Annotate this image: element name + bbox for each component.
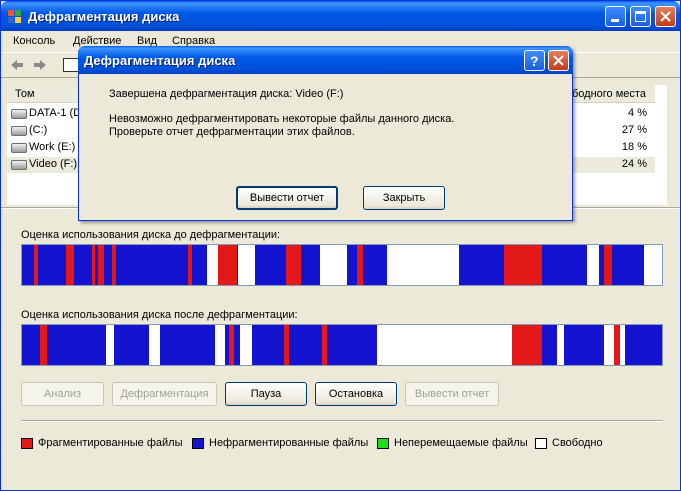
completion-dialog: Дефрагментация диска ? Завершена дефрагм… [78,46,573,221]
dialog-close-button[interactable] [548,50,569,71]
back-arrow-icon[interactable] [9,58,25,72]
legend-label: Неперемещаемые файлы [394,437,528,449]
after-label: Оценка использования диска после дефрагм… [21,309,298,321]
after-usage-bar [21,324,663,366]
analyze-button[interactable]: Анализ [21,382,104,406]
dialog-view-report-button[interactable]: Вывести отчет [236,186,338,210]
drive-icon [11,143,27,153]
dialog-title-bar[interactable]: Дефрагментация диска ? [78,46,573,74]
legend-label: Свободно [552,437,603,449]
console-tree-icon[interactable] [63,58,79,72]
minimize-icon [611,19,619,22]
close-icon [553,55,564,66]
stop-button[interactable]: Остановка [315,382,397,406]
dialog-title: Дефрагментация диска [84,53,236,68]
drive-icon [11,160,27,170]
help-icon: ? [530,53,539,69]
defrag-app-icon [8,10,21,23]
legend-label: Фрагментированные файлы [38,437,183,449]
dialog-message-complete: Завершена дефрагментация диска: Video (F… [109,88,344,100]
forward-arrow-icon[interactable] [32,58,48,72]
fragmented-swatch [21,438,33,449]
defragment-button[interactable]: Дефрагментация [112,382,217,406]
volume-free: 18 % [621,141,647,153]
pause-button[interactable]: Пауза [225,382,307,406]
before-usage-bar [21,244,663,286]
menu-console[interactable]: Консоль [13,35,55,47]
volume-free: 4 % [628,107,647,119]
volume-name: Video (F:) [29,158,78,170]
maximize-icon [635,11,646,22]
before-label: Оценка использования диска до дефрагмент… [21,229,281,241]
before-usage-map [22,245,644,285]
col-free-space[interactable]: бодного места [572,88,646,100]
dialog-close-text-button[interactable]: Закрыть [363,186,445,210]
col-volume[interactable]: Том [15,88,35,100]
after-usage-map [22,325,662,365]
maximize-button[interactable] [630,6,651,27]
minimize-button[interactable] [605,6,626,27]
defrag-window: Дефрагментация диска Консоль Действие Ви… [0,0,681,491]
contiguous-swatch [192,438,204,449]
volume-free: 24 % [621,158,647,170]
help-button[interactable]: ? [524,50,545,71]
dialog-message-warning: Невозможно дефрагментировать некоторые ф… [109,113,455,125]
close-button[interactable] [655,6,676,27]
legend-label: Нефрагментированные файлы [209,437,369,449]
close-icon [660,11,671,22]
legend-divider [21,420,663,422]
window-title: Дефрагментация диска [28,9,180,24]
dialog-message-advice: Проверьте отчет дефрагментации этих файл… [109,126,355,138]
drive-icon [11,109,27,119]
drive-icon [11,126,27,136]
volume-name: DATA-1 (D [29,107,82,119]
title-bar[interactable]: Дефрагментация диска [1,1,680,31]
volume-free: 27 % [621,124,647,136]
volume-name: (C:) [29,124,48,136]
free-swatch [535,438,547,449]
unmovable-swatch [377,438,389,449]
view-report-button[interactable]: Вывести отчет [405,382,499,406]
volume-name: Work (E:) [29,141,76,153]
